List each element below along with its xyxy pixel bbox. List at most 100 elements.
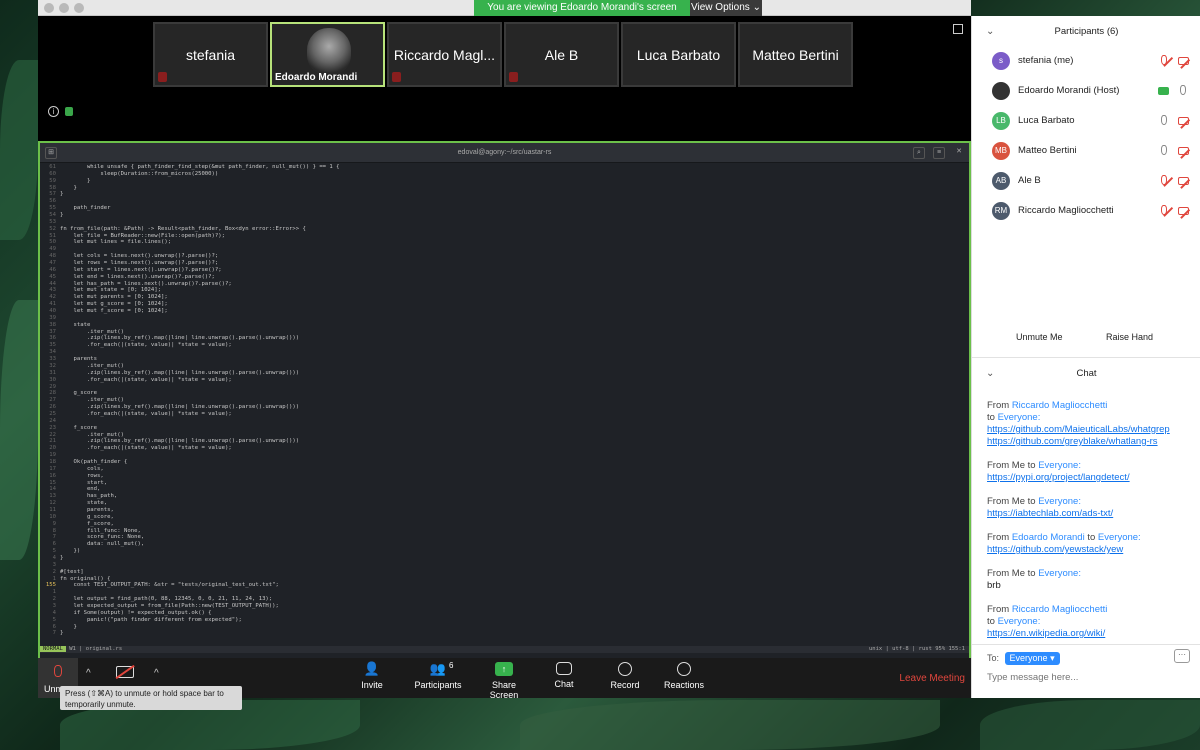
minimize-window-button[interactable] <box>59 3 69 13</box>
participant-row[interactable]: AB Ale B <box>972 166 1200 196</box>
zoom-window-button[interactable] <box>74 3 84 13</box>
tooltip-line: temporarily unmute. <box>65 700 136 709</box>
participant-row[interactable]: Edoardo Morandi (Host) <box>972 76 1200 106</box>
leave-meeting-button[interactable]: Leave Meeting <box>899 673 965 684</box>
code-text: cols, <box>60 465 104 472</box>
participants-count: 6 <box>449 661 454 670</box>
chat-link[interactable]: https://github.com/greyblake/whatlang-rs <box>987 436 1197 448</box>
code-text: } <box>60 554 64 561</box>
chat-message-header: From Me to Everyone: <box>987 496 1197 508</box>
close-window-button[interactable] <box>44 3 54 13</box>
video-tile[interactable]: Ale B <box>504 22 619 87</box>
code-text: const TEST_OUTPUT_PATH: &str = "tests/or… <box>60 582 279 589</box>
chat-button[interactable]: Chat <box>552 662 576 689</box>
line-number: 54 <box>49 212 56 219</box>
code-line: 2 #[test] <box>42 569 969 576</box>
more-options-button[interactable]: ··· <box>1174 649 1190 663</box>
share-screen-button[interactable]: ↑ Share Screen <box>478 662 530 700</box>
chat-recipient-name: Everyone: <box>997 616 1041 627</box>
participant-row[interactable]: RM Riccardo Magliocchetti <box>972 196 1200 226</box>
code-line: 30 .for_each(|(state, value)| *state = v… <box>42 377 969 384</box>
code-text: rows, <box>60 472 104 479</box>
audio-options-chevron-icon[interactable]: ^ <box>86 668 91 679</box>
code-line: 61 while unsafe { path_finder_find_step(… <box>42 164 969 171</box>
menu-icon[interactable]: ≡ <box>933 147 945 159</box>
code-line: 15 start, <box>42 480 969 487</box>
lock-icon[interactable] <box>65 107 73 116</box>
line-number: 24 <box>49 417 56 424</box>
line-number: 43 <box>49 287 56 294</box>
code-text: score_func: None, <box>60 534 145 541</box>
video-tile[interactable]: Edoardo Morandi <box>270 22 385 87</box>
info-icon[interactable]: i <box>48 106 59 117</box>
fullscreen-icon[interactable] <box>953 24 963 34</box>
participants-header: ⌄ Participants (6) <box>972 18 1200 46</box>
participants-title: Participants (6) <box>1054 26 1119 37</box>
chat-from: From Me to <box>987 496 1039 507</box>
code-text: let rows = lines.next().unwrap()?.parse(… <box>60 260 219 267</box>
chevron-down-icon[interactable]: ⌄ <box>986 18 994 46</box>
video-tile[interactable]: Luca Barbato <box>621 22 736 87</box>
mic-icon <box>1161 145 1167 155</box>
code-text: fn original() { <box>60 575 111 582</box>
line-number: 13 <box>49 493 56 500</box>
record-button[interactable]: Record <box>610 662 640 690</box>
participants-button[interactable]: 👥 6 Participants <box>413 661 463 690</box>
chat-message-header: From Edoardo Morandi to Everyone: <box>987 532 1197 544</box>
code-line: 18 Ok(path_finder { <box>42 459 969 466</box>
close-icon[interactable]: ✕ <box>953 147 965 159</box>
line-number: 33 <box>49 356 56 363</box>
screen-share-icon <box>1158 87 1169 95</box>
line-number: 30 <box>49 376 56 383</box>
muted-mic-icon <box>392 72 401 82</box>
line-number: 6 <box>52 623 56 630</box>
chat-recipient-name: Everyone: <box>1097 532 1141 543</box>
code-line: 26 .zip(lines.by_ref().map(|line| line.u… <box>42 404 969 411</box>
code-text: g_score <box>60 390 98 397</box>
participant-row[interactable]: LB Luca Barbato <box>972 106 1200 136</box>
chat-link[interactable]: https://github.com/MaieuticalLabs/whatgr… <box>987 424 1197 436</box>
line-number: 15 <box>49 479 56 486</box>
code-line: 23 f_score <box>42 425 969 432</box>
raise-hand-button[interactable]: Raise Hand <box>1100 328 1159 346</box>
chat-link[interactable]: https://iabtechlab.com/ads-txt/ <box>987 508 1197 520</box>
chevron-down-icon[interactable]: ⌄ <box>986 360 994 388</box>
code-line: 40 let mut f_score = [0; 1024]; <box>42 308 969 315</box>
chat-link[interactable]: https://github.com/yewstack/yew <box>987 544 1197 556</box>
invite-button[interactable]: 👤 Invite <box>360 662 384 691</box>
reactions-button[interactable]: Reactions <box>664 662 704 690</box>
chat-input[interactable] <box>987 672 1187 683</box>
participant-name: Luca Barbato <box>1018 115 1075 126</box>
code-line: 52 fn from_file(path: &Path) -> Result<pa… <box>42 226 969 233</box>
video-tile[interactable]: stefania <box>153 22 268 87</box>
code-text: } <box>60 212 64 219</box>
line-number: 5 <box>52 548 56 555</box>
line-number: 2 <box>52 596 56 603</box>
search-icon[interactable]: ⌕ <box>913 147 925 159</box>
code-text: .for_each(|(state, value)| *state = valu… <box>60 410 232 417</box>
code-editor[interactable]: 61 while unsafe { path_finder_find_step(… <box>40 164 969 661</box>
video-tile[interactable]: Matteo Bertini <box>738 22 853 87</box>
video-tile[interactable]: Riccardo Magl... <box>387 22 502 87</box>
new-tab-icon[interactable]: ⊞ <box>45 147 57 159</box>
participant-row[interactable]: MB Matteo Bertini <box>972 136 1200 166</box>
start-video-button[interactable] <box>115 664 135 679</box>
participant-row[interactable]: s stefania (me) <box>972 46 1200 76</box>
chat-label: Chat <box>554 679 574 689</box>
code-line: 25 .for_each(|(state, value)| *state = v… <box>42 411 969 418</box>
chat-link[interactable]: https://en.wikipedia.org/wiki/ <box>987 628 1197 640</box>
code-line: 5 panic!("path finder different from exp… <box>42 617 969 624</box>
line-number: 155 <box>45 582 56 589</box>
line-number: 56 <box>49 198 56 205</box>
code-text: let mut state = [0; 1024]; <box>60 287 162 294</box>
recipient-select[interactable]: Everyone ▾ <box>1004 652 1060 665</box>
view-options-button[interactable]: View Options ⌄ <box>690 0 762 16</box>
unmute-me-button[interactable]: Unmute Me <box>1010 328 1069 346</box>
code-text: let end = lines.next().unwrap()?.parse()… <box>60 273 215 280</box>
chat-link[interactable]: https://pypi.org/project/langdetect/ <box>987 472 1197 484</box>
participant-name: Edoardo Morandi (Host) <box>1018 85 1120 96</box>
line-number: 5 <box>52 616 56 623</box>
video-options-chevron-icon[interactable]: ^ <box>154 668 159 679</box>
code-line: 59 } <box>42 178 969 185</box>
line-number: 36 <box>49 335 56 342</box>
